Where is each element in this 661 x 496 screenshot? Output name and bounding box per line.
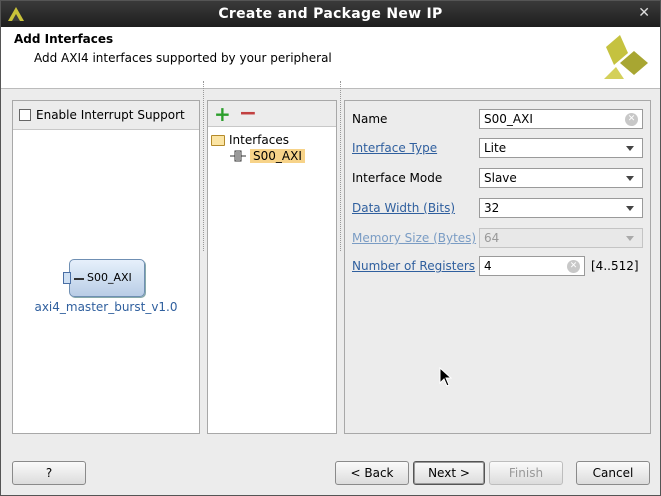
memory-size-link: Memory Size (Bytes) (352, 231, 477, 245)
interface-mode-label: Interface Mode (352, 171, 443, 185)
back-button[interactable]: < Back (335, 461, 409, 485)
dialog-window: Create and Package New IP ✕ Add Interfac… (0, 0, 661, 496)
next-button[interactable]: Next > (413, 461, 485, 485)
data-width-select[interactable]: 32 (479, 198, 643, 218)
tree-child-node[interactable]: S00_AXI (230, 149, 305, 163)
interface-mode-value: Slave (484, 171, 517, 185)
name-row: Name (352, 108, 479, 130)
ip-block-symbol: S00_AXI (63, 259, 145, 297)
block-preview-panel: Enable Interrupt Support S00_AXI axi4_ma… (12, 100, 200, 434)
block-port-icon (63, 272, 71, 284)
memory-size-row: Memory Size (Bytes) (352, 227, 479, 249)
finish-button: Finish (489, 461, 563, 485)
tree-root-label: Interfaces (229, 133, 289, 147)
interrupt-label: Enable Interrupt Support (36, 108, 185, 122)
num-registers-range: [4..512] (591, 259, 639, 273)
add-icon[interactable]: + (214, 104, 231, 124)
port-connector (74, 278, 84, 280)
tree-root-node[interactable]: Interfaces (211, 133, 289, 147)
interrupt-checkbox[interactable] (19, 109, 31, 121)
data-width-link[interactable]: Data Width (Bits) (352, 201, 479, 215)
properties-panel: Name S00_AXI ✕ Interface Type Lite Inter… (344, 100, 651, 434)
close-icon[interactable]: ✕ (638, 5, 650, 21)
interface-type-select[interactable]: Lite (479, 138, 643, 158)
block-port-label: S00_AXI (87, 271, 132, 284)
block-name: axi4_master_burst_v1.0 (34, 300, 178, 314)
name-field[interactable]: S00_AXI ✕ (479, 109, 643, 129)
cancel-button[interactable]: Cancel (576, 461, 650, 485)
data-width-value: 32 (484, 201, 500, 215)
help-button[interactable]: ? (12, 461, 86, 485)
tree-child-label: S00_AXI (250, 149, 305, 163)
name-label: Name (352, 112, 388, 126)
interface-mode-row: Interface Mode (352, 167, 479, 189)
mouse-cursor-icon (439, 367, 453, 387)
data-width-row: Data Width (Bits) (352, 197, 479, 219)
name-value: S00_AXI (484, 112, 533, 126)
num-registers-link[interactable]: Number of Registers (352, 259, 479, 273)
interface-mode-select[interactable]: Slave (479, 168, 643, 188)
num-registers-field[interactable]: 4 ✕ (479, 256, 585, 276)
clear-icon[interactable]: ✕ (567, 260, 580, 273)
vivado-logo-icon (604, 35, 648, 79)
interface-type-value: Lite (484, 141, 507, 155)
title-bar[interactable]: Create and Package New IP ✕ (1, 1, 660, 27)
splitter-left[interactable] (203, 81, 205, 251)
remove-icon[interactable]: − (239, 102, 257, 124)
interface-type-link[interactable]: Interface Type (352, 141, 479, 155)
interface-type-row: Interface Type (352, 137, 479, 159)
num-registers-row: Number of Registers (352, 255, 479, 277)
page-subtitle: Add AXI4 interfaces supported by your pe… (34, 51, 332, 65)
interrupt-checkbox-row[interactable]: Enable Interrupt Support (13, 101, 199, 130)
window-title: Create and Package New IP (218, 6, 443, 22)
page-title: Add Interfaces (14, 32, 114, 46)
splitter-right[interactable] (340, 81, 342, 251)
memory-size-select: 64 (479, 228, 643, 248)
memory-size-value: 64 (484, 231, 500, 245)
folder-open-icon (211, 134, 225, 146)
num-registers-value: 4 (484, 259, 492, 273)
tree-toolbar: + − (208, 101, 336, 127)
interface-icon (230, 150, 246, 162)
interfaces-tree-panel: + − Interfaces S00_AXI (207, 100, 337, 434)
clear-icon[interactable]: ✕ (625, 113, 638, 126)
wizard-header: Add Interfaces Add AXI4 interfaces suppo… (1, 27, 660, 89)
